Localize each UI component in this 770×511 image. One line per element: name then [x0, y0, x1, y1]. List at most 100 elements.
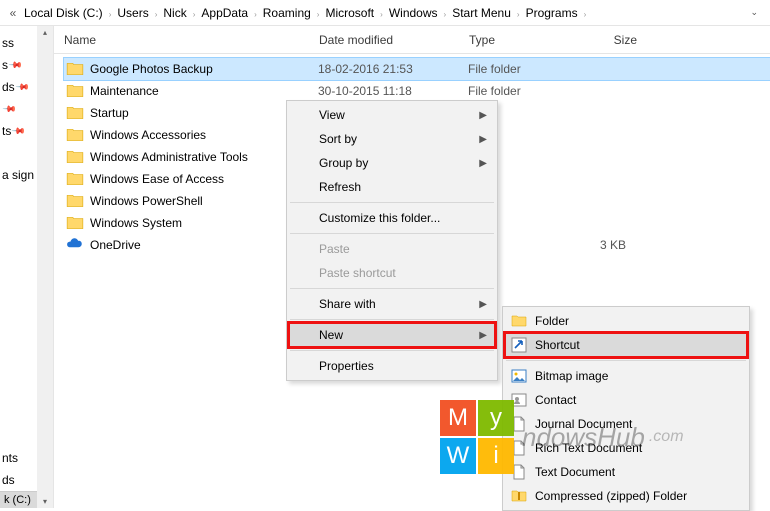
- scroll-up-icon[interactable]: ▴: [43, 26, 47, 39]
- column-name[interactable]: Name: [64, 33, 319, 47]
- breadcrumb-item[interactable]: Users: [115, 4, 150, 22]
- menu-item-view[interactable]: View▶: [289, 103, 495, 127]
- file-name: Maintenance: [90, 84, 318, 98]
- menu-separator: [290, 319, 494, 320]
- table-row[interactable]: Maintenance30-10-2015 11:18File folder: [64, 80, 770, 102]
- menu-item-group-by[interactable]: Group by ▶: [289, 151, 495, 175]
- submenu-item-contact[interactable]: Contact: [505, 388, 747, 412]
- file-name: Google Photos Backup: [90, 62, 318, 76]
- sidebar-item-label: ds: [2, 80, 15, 94]
- pin-icon: 📌: [14, 79, 30, 95]
- file-name: Windows Accessories: [90, 128, 318, 142]
- column-size[interactable]: Size: [567, 33, 647, 47]
- chevron-right-icon: ›: [151, 10, 162, 19]
- submenu-item-rich-text-document[interactable]: Rich Text Document: [505, 436, 747, 460]
- submenu-item-compressed-zipped-folder[interactable]: Compressed (zipped) Folder: [505, 484, 747, 508]
- menu-item-properties[interactable]: Properties: [289, 354, 495, 378]
- file-name: Windows Ease of Access: [90, 172, 318, 186]
- pin-icon: 📌: [8, 57, 24, 73]
- menu-item-label: Paste shortcut: [319, 266, 396, 280]
- menu-item-customize-this-folder-[interactable]: Customize this folder...: [289, 206, 495, 230]
- scroll-down-icon[interactable]: ▾: [43, 495, 47, 508]
- menu-item-label: Refresh: [319, 180, 361, 194]
- menu-item-label: Contact: [535, 393, 576, 407]
- sidebar-item[interactable]: nts: [0, 447, 38, 469]
- chevron-right-icon: ▶: [479, 158, 487, 169]
- menu-item-label: Compressed (zipped) Folder: [535, 489, 687, 503]
- sidebar-item[interactable]: ds: [0, 469, 38, 491]
- menu-separator: [290, 288, 494, 289]
- menu-separator: [506, 360, 746, 361]
- sidebar-disk[interactable]: k (C:): [0, 491, 38, 508]
- bitmap-icon: [511, 368, 527, 384]
- chevron-right-icon: ›: [189, 10, 200, 19]
- folder-icon: [66, 82, 84, 100]
- chevron-right-icon: ▶: [479, 299, 487, 310]
- menu-item-label: Customize this folder...: [319, 211, 440, 225]
- menu-item-label: View: [319, 108, 345, 122]
- sidebar-item-label: ss: [2, 36, 14, 50]
- menu-item-label: Shortcut: [535, 338, 580, 352]
- submenu-item-bitmap-image[interactable]: Bitmap image: [505, 364, 747, 388]
- sidebar-scrollbar[interactable]: ▴ ▾: [37, 26, 53, 508]
- chevron-down-icon[interactable]: ⌄: [750, 7, 758, 18]
- menu-item-new[interactable]: New ▶: [289, 323, 495, 347]
- submenu-item-text-document[interactable]: Text Document: [505, 460, 747, 484]
- file-name: Windows Administrative Tools: [90, 150, 318, 164]
- folder-icon: [66, 214, 84, 232]
- folder-icon: [66, 60, 84, 78]
- onedrive-icon: [66, 236, 84, 254]
- shortcut-icon: [511, 337, 527, 353]
- menu-item-label: Group by: [319, 156, 368, 170]
- menu-separator: [290, 350, 494, 351]
- submenu-item-shortcut[interactable]: Shortcut: [505, 333, 747, 357]
- menu-separator: [290, 233, 494, 234]
- file-name: OneDrive: [90, 238, 318, 252]
- new-submenu[interactable]: Folder Shortcut Bitmap image Contact Journal…: [502, 306, 750, 511]
- table-row[interactable]: Google Photos Backup18-02-2016 21:53File…: [64, 58, 770, 80]
- chevron-right-icon: ›: [376, 10, 387, 19]
- column-headers[interactable]: Name Date modified Type Size: [54, 26, 770, 54]
- menu-item-label: Folder: [535, 314, 569, 328]
- breadcrumb-item[interactable]: Nick: [161, 4, 188, 22]
- sidebar: sss📌ds📌📌ts📌a sign a ntsds k (C:) ▴ ▾: [0, 26, 54, 508]
- folder-icon: [511, 313, 527, 329]
- menu-item-label: Paste: [319, 242, 350, 256]
- file-name: Windows PowerShell: [90, 194, 318, 208]
- file-name: Windows System: [90, 216, 318, 230]
- breadcrumb-item[interactable]: AppData: [199, 4, 250, 22]
- context-menu[interactable]: View▶Sort by▶Group by▶RefreshCustomize t…: [286, 100, 498, 381]
- menu-item-label: New: [319, 328, 343, 342]
- column-date[interactable]: Date modified: [319, 33, 469, 47]
- menu-item-paste-shortcut: Paste shortcut: [289, 261, 495, 285]
- txt-icon: [511, 464, 527, 480]
- chevron-right-icon: ›: [250, 10, 261, 19]
- menu-item-sort-by[interactable]: Sort by▶: [289, 127, 495, 151]
- chevron-right-icon: ▶: [479, 330, 487, 341]
- breadcrumb-item[interactable]: Programs: [524, 4, 580, 22]
- zip-icon: [511, 488, 527, 504]
- contact-icon: [511, 392, 527, 408]
- breadcrumb-item[interactable]: Local Disk (C:): [22, 4, 105, 22]
- menu-item-refresh[interactable]: Refresh: [289, 175, 495, 199]
- pin-icon: 📌: [2, 101, 18, 117]
- breadcrumb-item[interactable]: Start Menu: [450, 4, 513, 22]
- breadcrumb-item[interactable]: Windows: [387, 4, 440, 22]
- folder-icon: [66, 104, 84, 122]
- menu-item-label: Share with: [319, 297, 376, 311]
- breadcrumb-back-icon[interactable]: «: [4, 4, 22, 22]
- column-type[interactable]: Type: [469, 33, 567, 47]
- file-date: 18-02-2016 21:53: [318, 62, 468, 76]
- menu-separator: [290, 202, 494, 203]
- submenu-item-folder[interactable]: Folder: [505, 309, 747, 333]
- file-size: 3 KB: [566, 238, 626, 252]
- breadcrumb[interactable]: « Local Disk (C:)›Users›Nick›AppData›Roa…: [0, 0, 770, 26]
- file-type: File folder: [468, 62, 566, 76]
- menu-item-share-with[interactable]: Share with ▶: [289, 292, 495, 316]
- breadcrumb-item[interactable]: Roaming: [261, 4, 313, 22]
- chevron-right-icon: ›: [105, 10, 116, 19]
- submenu-item-journal-document[interactable]: Journal Document: [505, 412, 747, 436]
- menu-item-label: Journal Document: [535, 417, 632, 431]
- breadcrumb-item[interactable]: Microsoft: [323, 4, 376, 22]
- menu-item-label: Text Document: [535, 465, 615, 479]
